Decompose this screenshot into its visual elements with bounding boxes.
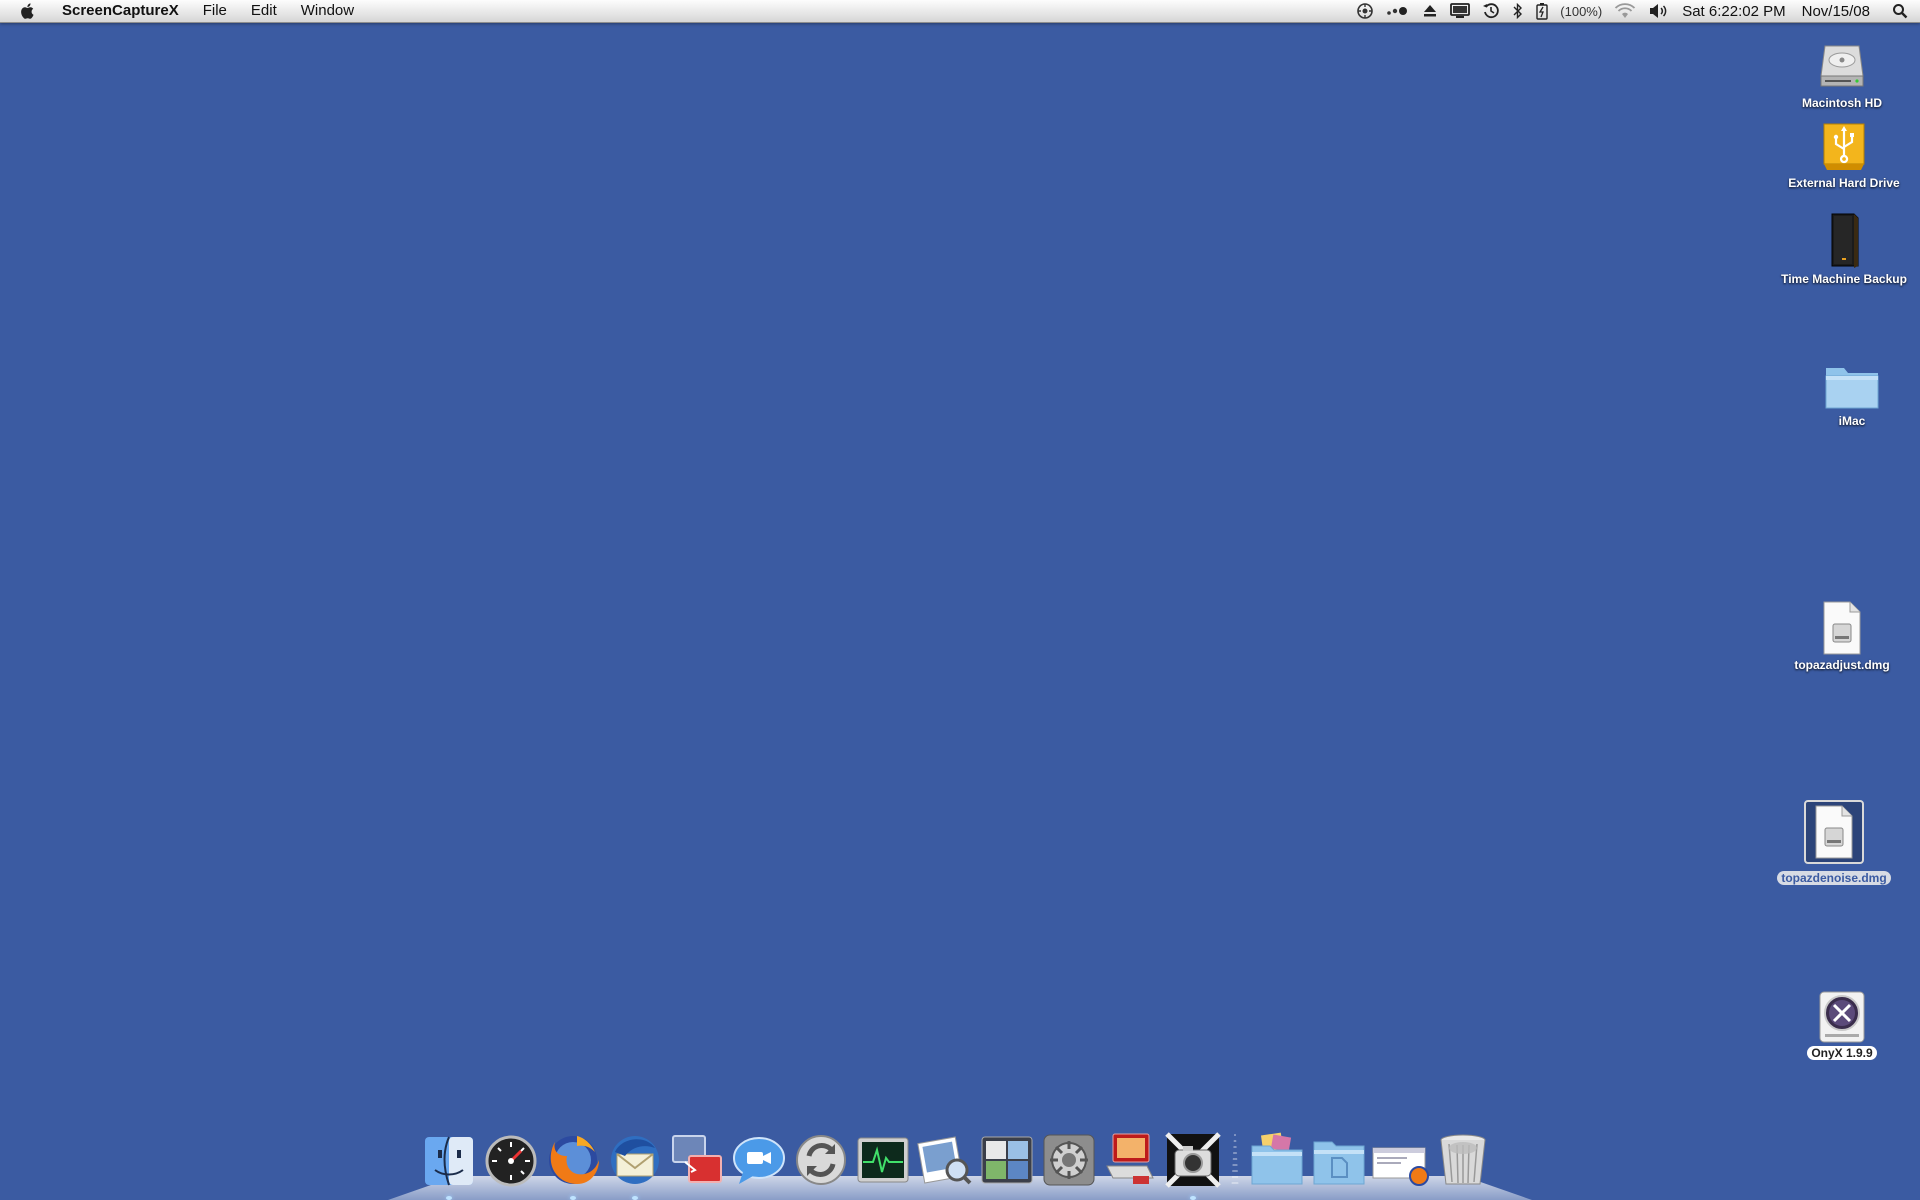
icon-label: topazdenoise.dmg bbox=[1777, 871, 1891, 885]
backup-drive-icon bbox=[1831, 213, 1859, 268]
finder-icon bbox=[425, 1136, 473, 1186]
camera-icon bbox=[1165, 1132, 1221, 1188]
battery-percentage: (100%) bbox=[1560, 3, 1603, 19]
running-indicator bbox=[632, 1196, 638, 1200]
icon-label: External Hard Drive bbox=[1788, 176, 1900, 190]
apple-menu-icon[interactable] bbox=[18, 1, 38, 21]
disk-image-icon bbox=[1823, 601, 1861, 655]
spaces-icon bbox=[981, 1136, 1033, 1184]
icon-label: Macintosh HD bbox=[1801, 96, 1882, 110]
dock-separator bbox=[1231, 1134, 1239, 1188]
eject-icon[interactable] bbox=[1416, 0, 1444, 22]
icon-label: OnyX 1.9.9 bbox=[1807, 1046, 1877, 1060]
dock-stack-documents[interactable] bbox=[1308, 1126, 1370, 1188]
desktop-icon-external-hard-drive[interactable]: External Hard Drive bbox=[1774, 118, 1914, 192]
usb-drive-icon bbox=[1823, 123, 1865, 170]
dock-item-spaces[interactable] bbox=[976, 1126, 1038, 1188]
screen-sharing-icon bbox=[672, 1135, 722, 1183]
spotlight-icon[interactable] bbox=[1878, 0, 1920, 22]
folder-icon bbox=[1825, 368, 1879, 409]
volume-icon[interactable] bbox=[1642, 0, 1674, 22]
desktop-icon-topazdenoise[interactable]: topazdenoise.dmg bbox=[1764, 800, 1904, 887]
icon-label: topazadjust.dmg bbox=[1794, 658, 1890, 672]
desktop-icon-macintosh-hd[interactable]: Macintosh HD bbox=[1772, 38, 1912, 112]
running-indicator bbox=[570, 1196, 576, 1200]
sync-status-icon[interactable] bbox=[1350, 0, 1380, 22]
desktop-icon-time-machine-backup[interactable]: Time Machine Backup bbox=[1774, 212, 1914, 288]
wifi-icon[interactable] bbox=[1608, 0, 1642, 22]
dock-item-sync[interactable] bbox=[790, 1126, 852, 1188]
icon-label: Time Machine Backup bbox=[1781, 272, 1907, 286]
time-machine-icon[interactable] bbox=[1476, 0, 1506, 22]
edit-menu[interactable]: Edit bbox=[239, 0, 289, 22]
menu-bar: ScreenCaptureX File Edit Window (100%) S… bbox=[0, 0, 1920, 23]
dock-item-screencapturex[interactable] bbox=[1162, 1126, 1224, 1200]
file-menu[interactable]: File bbox=[191, 0, 239, 22]
dock-item-photo-booth[interactable] bbox=[1100, 1126, 1162, 1188]
dock-item-ichat[interactable] bbox=[728, 1126, 790, 1188]
downloads-stack-icon bbox=[1372, 1147, 1429, 1186]
trash-icon bbox=[1440, 1134, 1486, 1185]
hard-drive-icon bbox=[1820, 45, 1864, 87]
dots-status-icon[interactable] bbox=[1380, 0, 1416, 22]
photo-booth-icon bbox=[1106, 1133, 1154, 1184]
bluetooth-icon[interactable] bbox=[1506, 0, 1530, 22]
firefox-icon bbox=[549, 1136, 599, 1184]
dock-item-preview[interactable] bbox=[914, 1126, 976, 1188]
icon-label: iMac bbox=[1838, 414, 1866, 428]
desktop-icon-onyx[interactable]: OnyX 1.9.9 bbox=[1772, 990, 1912, 1062]
dock-stack-applications[interactable] bbox=[1246, 1126, 1308, 1188]
stack-folder-icon bbox=[1251, 1132, 1303, 1185]
sync-icon bbox=[796, 1135, 846, 1185]
dock-item-firefox[interactable] bbox=[542, 1126, 604, 1200]
dock-item-finder[interactable] bbox=[418, 1126, 480, 1200]
ichat-icon bbox=[733, 1137, 785, 1184]
app-menu[interactable]: ScreenCaptureX bbox=[52, 0, 191, 22]
dock-trash[interactable] bbox=[1432, 1126, 1494, 1188]
documents-folder-icon bbox=[1313, 1141, 1365, 1185]
preview-icon bbox=[917, 1136, 972, 1185]
system-preferences-icon bbox=[1043, 1134, 1095, 1186]
activity-monitor-icon bbox=[857, 1137, 909, 1183]
desktop-icon-imac[interactable]: iMac bbox=[1782, 362, 1920, 430]
dock-item-screen-sharing[interactable] bbox=[666, 1126, 728, 1188]
battery-icon[interactable] bbox=[1530, 0, 1554, 22]
menu-date[interactable]: Nov/15/08 bbox=[1794, 3, 1878, 20]
dashboard-icon bbox=[485, 1135, 537, 1187]
running-indicator bbox=[446, 1196, 452, 1200]
dock-item-system-preferences[interactable] bbox=[1038, 1126, 1100, 1188]
mounted-volume-icon bbox=[1819, 991, 1865, 1043]
dock-item-activity-monitor[interactable] bbox=[852, 1126, 914, 1188]
menu-clock[interactable]: Sat 6:22:02 PM bbox=[1674, 3, 1793, 20]
thunderbird-icon bbox=[611, 1136, 659, 1184]
dock-item-dashboard[interactable] bbox=[480, 1126, 542, 1188]
running-indicator bbox=[1190, 1196, 1196, 1200]
desktop-icon-topazadjust[interactable]: topazadjust.dmg bbox=[1772, 600, 1912, 674]
dock bbox=[418, 1118, 1494, 1200]
dock-item-thunderbird[interactable] bbox=[604, 1126, 666, 1200]
disk-image-icon bbox=[1815, 805, 1853, 859]
selection-highlight bbox=[1804, 800, 1864, 864]
window-menu[interactable]: Window bbox=[289, 0, 366, 22]
dock-stack-downloads[interactable] bbox=[1370, 1126, 1432, 1188]
display-icon[interactable] bbox=[1444, 0, 1476, 22]
